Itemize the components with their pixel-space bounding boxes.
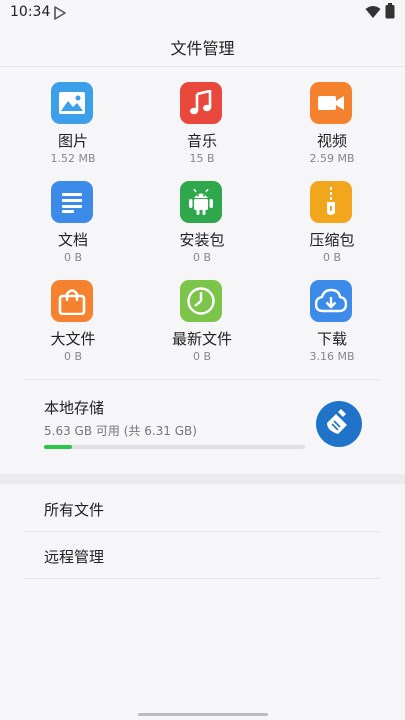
menu-item-remote-management[interactable]: 远程管理: [24, 532, 380, 578]
category-label: 视频: [316, 132, 347, 150]
local-storage-card[interactable]: 本地存储 5.63 GB 可用 (共 6.31 GB): [0, 380, 405, 470]
category-label: 音乐: [186, 132, 217, 150]
menu-item-label: 远程管理: [44, 548, 105, 566]
category-size: 1.52 MB: [50, 152, 96, 165]
image-icon: [51, 82, 93, 124]
category-label: 下载: [316, 330, 347, 348]
category-archives[interactable]: 压缩包 0 B: [277, 171, 387, 264]
category-size: 0 B: [63, 251, 83, 264]
category-music[interactable]: 音乐 15 B: [147, 72, 257, 165]
category-size: 2.59 MB: [309, 152, 355, 165]
category-size: 0 B: [322, 251, 342, 264]
storage-progress-fill: [44, 445, 73, 449]
play-store-icon: [54, 5, 66, 24]
category-large-files[interactable]: 大文件 0 B: [18, 270, 128, 363]
category-downloads[interactable]: 下载 3.16 MB: [277, 270, 387, 363]
category-recent-files[interactable]: 最新文件 0 B: [147, 270, 257, 363]
category-images[interactable]: 图片 1.52 MB: [18, 72, 128, 165]
category-label: 图片: [57, 132, 88, 150]
category-label: 安装包: [179, 231, 225, 249]
storage-title: 本地存储: [44, 399, 105, 417]
category-label: 大文件: [50, 330, 96, 348]
category-size: 15 B: [189, 152, 215, 165]
android-icon: [180, 181, 222, 223]
category-size: 0 B: [63, 350, 83, 363]
status-time: 10:34: [10, 4, 51, 20]
wifi-icon: [365, 4, 381, 23]
clean-button[interactable]: [316, 401, 362, 447]
category-label: 压缩包: [309, 231, 355, 249]
divider: [24, 578, 380, 579]
category-label: 最新文件: [171, 330, 232, 348]
zip-icon: [310, 181, 352, 223]
category-documents[interactable]: 文档 0 B: [18, 171, 128, 264]
storage-progress-bar: [44, 445, 305, 449]
battery-icon: [385, 3, 395, 23]
category-videos[interactable]: 视频 2.59 MB: [277, 72, 387, 165]
clock-icon: [180, 280, 222, 322]
category-apks[interactable]: 安装包 0 B: [147, 171, 257, 264]
home-indicator[interactable]: [138, 713, 268, 716]
document-icon: [51, 181, 93, 223]
video-icon: [310, 82, 352, 124]
category-label: 文档: [57, 231, 88, 249]
app-bar: 文件管理: [0, 26, 405, 67]
menu-item-label: 所有文件: [44, 501, 105, 519]
bag-icon: [51, 280, 93, 322]
category-size: 3.16 MB: [309, 350, 355, 363]
status-bar: 10:34: [0, 0, 405, 26]
section-separator: [0, 474, 405, 484]
music-icon: [180, 82, 222, 124]
menu-item-all-files[interactable]: 所有文件: [24, 485, 380, 531]
storage-usage-text: 5.63 GB 可用 (共 6.31 GB): [44, 424, 197, 438]
category-size: 0 B: [192, 350, 212, 363]
broom-icon: [324, 407, 354, 441]
page-title: 文件管理: [170, 39, 235, 58]
cloud-download-icon: [310, 280, 352, 322]
category-size: 0 B: [192, 251, 212, 264]
